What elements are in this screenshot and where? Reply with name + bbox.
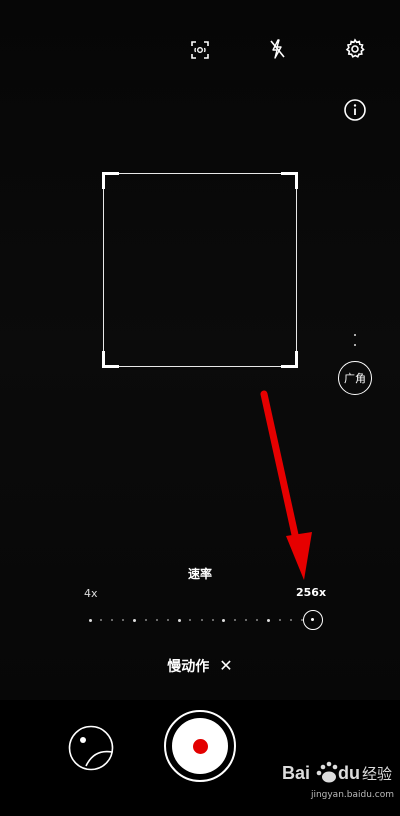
speed-slider-handle[interactable] [303,610,323,630]
speed-tick [111,619,114,621]
wide-angle-button[interactable]: 广角 [338,361,372,395]
baidu-jingyan-logo: Bai du 经验 [282,761,392,783]
speed-tick [100,619,103,621]
record-button[interactable] [164,710,236,782]
record-dot-icon [192,738,208,754]
gallery-button[interactable] [68,725,114,771]
speed-tick [256,619,259,621]
wide-angle-label: 广角 [344,372,366,385]
focus-corner [281,172,298,189]
annotation-arrow [260,390,312,580]
speed-tick [278,619,281,621]
speed-tick [167,619,170,621]
gallery-thumbnail-icon [68,725,114,771]
svg-text:Bai: Bai [282,763,310,783]
flash-off-icon[interactable] [263,35,291,63]
speed-min-label: 4x [84,587,98,600]
speed-tick [88,618,92,622]
info-icon[interactable] [341,96,369,124]
focus-corner [281,351,298,368]
speed-tick [122,619,125,621]
speed-tick [211,619,214,621]
speed-tick [133,618,137,622]
lens-dot [354,344,356,346]
mode-label: 慢动作 [167,659,210,675]
speed-tick [233,619,236,621]
speed-tick [266,618,270,622]
arrow-head [286,532,312,580]
speed-tick [222,618,226,622]
camera-screen: 广角 速率 4x 256x 慢动作 ✕ Bai du 经验 jingyan.ba… [0,0,400,816]
watermark: Bai du 经验 jingyan.baidu.com [282,758,394,808]
motion-detection-icon[interactable] [186,36,214,64]
lens-dot [354,334,356,336]
speed-tick [189,619,192,621]
close-mode-button[interactable]: ✕ [219,658,232,674]
record-button-inner [172,718,228,774]
settings-icon-graphic [345,38,365,58]
settings-icon[interactable] [341,35,369,63]
info-icon-graphic [344,99,366,121]
speed-title: 速率 [187,567,212,581]
svg-text:du: du [338,763,360,783]
lens-indicator-dots [353,334,357,352]
speed-tick [245,619,248,621]
svg-text:经验: 经验 [362,765,392,783]
mode-indicator: 慢动作 ✕ [0,656,400,676]
speed-tick [155,619,158,621]
speed-slider[interactable] [84,610,324,630]
focus-corner [102,351,119,368]
focus-frame [102,172,298,368]
speed-tick [177,618,181,622]
speed-tick [289,619,292,621]
speed-tick [144,619,147,621]
focus-corner [102,172,119,189]
flash-off-icon-graphic [270,39,285,59]
speed-max-label: 256x [296,586,327,599]
speed-tick [200,619,203,621]
watermark-url: jingyan.baidu.com [310,790,394,800]
motion-detection-icon-graphic [191,41,209,59]
